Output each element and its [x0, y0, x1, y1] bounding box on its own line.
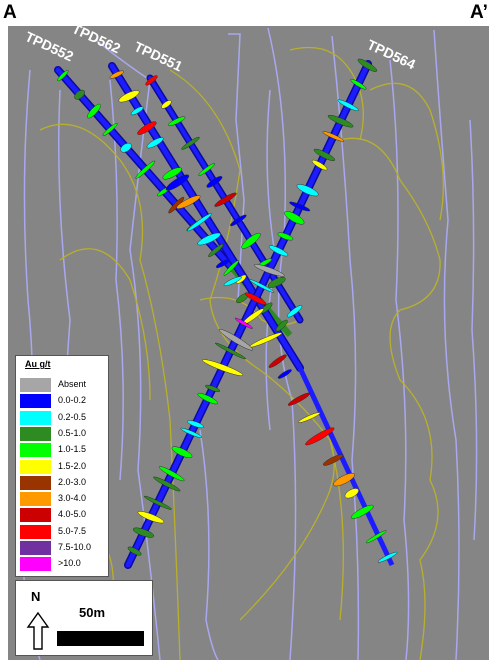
legend-item-label: 0.2-0.5 — [58, 411, 87, 422]
legend-swatch — [20, 508, 51, 523]
legend-item: 0.5-1.0 — [20, 426, 108, 441]
legend-title: Au g/t — [25, 359, 51, 369]
legend-swatch — [20, 541, 51, 555]
legend-swatch — [20, 443, 51, 458]
legend-item-label: 4.0-5.0 — [58, 509, 87, 520]
scale-bar — [57, 631, 144, 646]
legend-item-label: 0.5-1.0 — [58, 427, 87, 438]
legend-item: 1.0-1.5 — [20, 443, 108, 458]
legend-swatch — [20, 524, 51, 539]
legend-item: 7.5-10.0 — [20, 541, 108, 555]
legend-item: 0.0-0.2 — [20, 394, 108, 409]
legend-item-label: 1.0-1.5 — [58, 444, 87, 455]
section-label-a-prime: A’ — [470, 2, 488, 23]
scale-distance-label: 50m — [79, 605, 106, 620]
legend: Au g/t Absent 0.0-0.2 0.2-0.5 0.5-1.0 1.0-1.… — [15, 355, 109, 577]
section-label-a: A — [3, 2, 17, 23]
legend-item-label: 3.0-4.0 — [58, 493, 87, 504]
legend-item: >10.0 — [20, 557, 108, 572]
legend-item: 3.0-4.0 — [20, 492, 108, 507]
legend-item: 4.0-5.0 — [20, 508, 108, 523]
legend-item-label: 0.0-0.2 — [58, 395, 87, 406]
legend-swatch — [20, 410, 51, 425]
legend-swatch — [20, 378, 51, 392]
legend-swatch — [20, 394, 51, 409]
legend-item-label: Absent — [58, 379, 87, 389]
north-arrow-icon — [26, 611, 50, 650]
legend-swatch — [20, 426, 51, 441]
legend-swatch — [20, 557, 51, 572]
legend-swatch — [20, 475, 51, 490]
legend-swatch — [20, 459, 51, 474]
legend-item: 0.2-0.5 — [20, 410, 108, 425]
legend-item-label: >10.0 — [58, 558, 81, 569]
legend-item-label: 5.0-7.5 — [58, 525, 87, 536]
legend-item-label: 7.5-10.0 — [58, 542, 92, 552]
legend-swatch — [20, 492, 51, 507]
legend-item: 2.0-3.0 — [20, 475, 108, 490]
legend-item: 1.5-2.0 — [20, 459, 108, 474]
north-label: N — [31, 589, 41, 604]
legend-item-label: 1.5-2.0 — [58, 460, 87, 471]
legend-item: 5.0-7.5 — [20, 524, 108, 539]
legend-item-label: 2.0-3.0 — [58, 476, 87, 487]
scale-north-box: N 50m — [15, 580, 153, 656]
legend-item: Absent — [20, 378, 108, 392]
